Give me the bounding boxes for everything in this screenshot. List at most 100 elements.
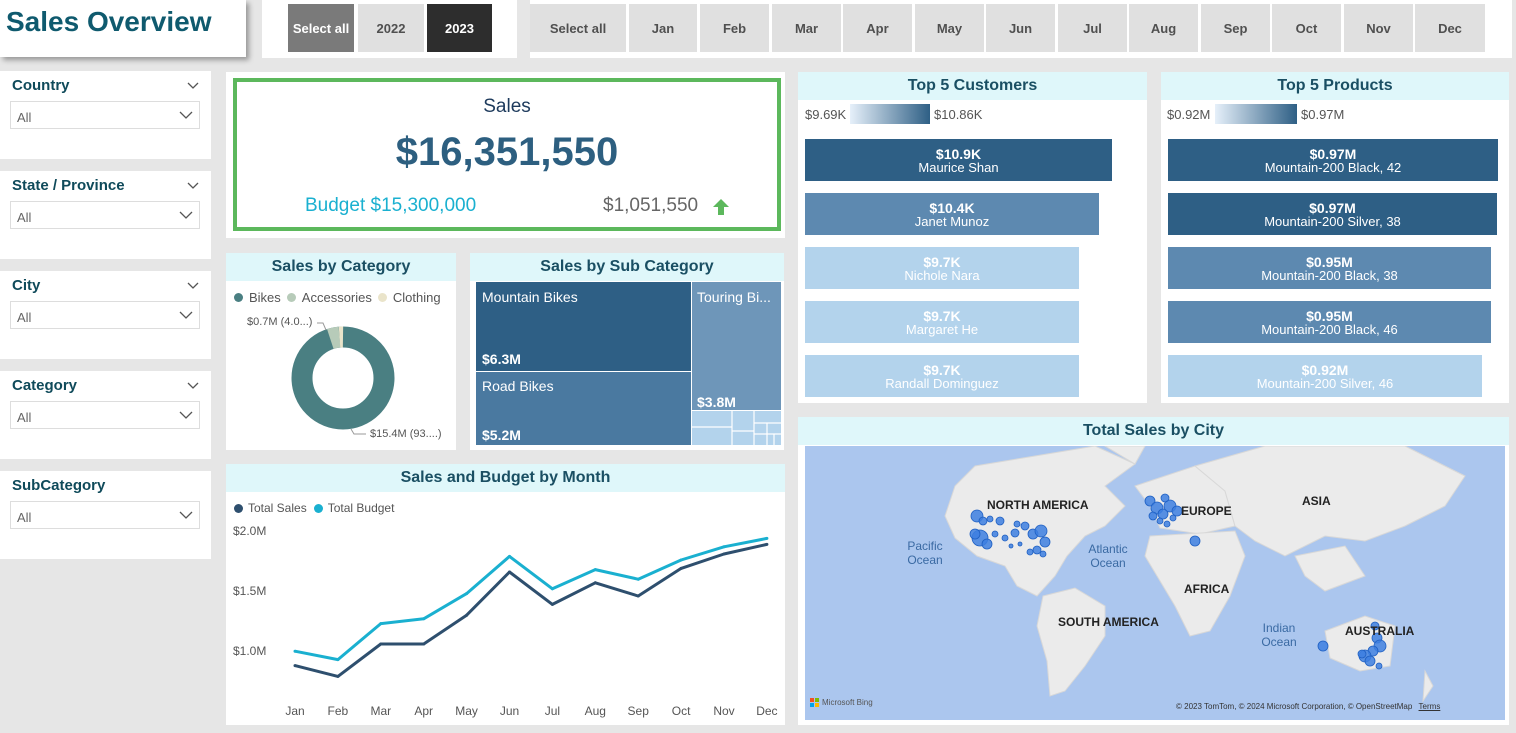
- tile-value: $3.8M: [697, 394, 736, 410]
- legend-dot: [286, 293, 296, 302]
- customer-bar[interactable]: $9.7K Randall Dominguez: [805, 355, 1079, 397]
- bar-label: Mountain-200 Black, 46: [1261, 322, 1398, 337]
- data-point: [422, 642, 426, 646]
- customer-bar[interactable]: $9.7K Margaret He: [805, 301, 1079, 343]
- data-point: [593, 581, 597, 585]
- x-tick-label: Feb: [328, 704, 349, 718]
- continent-label: EUROPE: [1181, 504, 1232, 518]
- treemap-tile-touring[interactable]: Touring Bi... $3.8M: [692, 282, 781, 410]
- month-feb-button[interactable]: Feb: [700, 4, 769, 52]
- year-2022-button[interactable]: 2022: [358, 4, 424, 52]
- visual-title: Top 5 Products: [1161, 72, 1509, 100]
- treemap-tile-mountain[interactable]: Mountain Bikes $6.3M: [476, 282, 691, 371]
- year-slicer: Select all 2022 2023: [262, 0, 517, 58]
- customer-bar[interactable]: $9.7K Nichole Nara: [805, 247, 1079, 289]
- year-2023-button[interactable]: 2023: [427, 4, 492, 52]
- top-customers-card: Top 5 Customers $9.69K $10.86K $10.9K Mau…: [798, 72, 1147, 403]
- data-point: [550, 587, 554, 591]
- dropdown-value: All: [17, 510, 32, 525]
- treemap-tile-road[interactable]: Road Bikes $5.2M: [476, 372, 691, 445]
- year-select-all-button[interactable]: Select all: [288, 4, 354, 52]
- legend-item: Accessories: [301, 290, 372, 305]
- data-point: [336, 674, 340, 678]
- bar-label: Mountain-200 Black, 42: [1264, 160, 1402, 175]
- y-tick-label: $2.0M: [233, 524, 266, 538]
- product-bar[interactable]: $0.95M Mountain-200 Black, 46: [1168, 301, 1491, 343]
- tile-label: Mountain Bikes: [482, 289, 578, 305]
- month-aug-button[interactable]: Aug: [1129, 4, 1198, 52]
- bar-label: Randall Dominguez: [885, 376, 999, 391]
- x-tick-label: Sep: [628, 704, 650, 718]
- data-point: [593, 568, 597, 572]
- sales-by-city-map-card: Total Sales by City NORTH AMERICA EUROPE…: [798, 417, 1509, 725]
- page-title: Sales Overview: [6, 6, 212, 37]
- tile-label: Touring Bi...: [697, 289, 771, 305]
- x-tick-label: May: [455, 704, 478, 718]
- x-tick-label: Jan: [285, 704, 304, 718]
- month-apr-button[interactable]: Apr: [843, 4, 912, 52]
- gradient-min-label: $9.69K: [805, 107, 847, 122]
- category-legend: Bikes Accessories Clothing: [234, 290, 441, 305]
- data-point: [293, 649, 297, 653]
- kpi-title: Sales: [483, 96, 531, 117]
- collapse-chevron-icon[interactable]: [187, 179, 199, 191]
- world-map[interactable]: [805, 446, 1505, 720]
- data-point: [465, 613, 469, 617]
- month-jan-button[interactable]: Jan: [629, 4, 697, 52]
- dropdown-value: All: [17, 310, 32, 325]
- month-jul-button[interactable]: Jul: [1058, 4, 1127, 52]
- customer-bar[interactable]: $10.4K Janet Munoz: [805, 193, 1099, 235]
- bar-label: Mountain-200 Silver, 46: [1256, 376, 1394, 391]
- state-dropdown[interactable]: All: [10, 201, 200, 229]
- y-tick-label: $1.0M: [233, 644, 266, 658]
- x-tick-label: Dec: [756, 704, 777, 718]
- map-terms-link[interactable]: Terms: [1419, 702, 1441, 711]
- product-bar[interactable]: $0.97M Mountain-200 Black, 42: [1168, 139, 1498, 181]
- month-select-all-button[interactable]: Select all: [530, 4, 626, 52]
- month-sep-button[interactable]: Sep: [1201, 4, 1270, 52]
- x-tick-label: Jul: [545, 704, 560, 718]
- month-mar-button[interactable]: Mar: [772, 4, 841, 52]
- collapse-chevron-icon[interactable]: [187, 379, 199, 391]
- filter-label: SubCategory: [12, 477, 106, 494]
- city-dropdown[interactable]: All: [10, 301, 200, 329]
- collapse-chevron-icon[interactable]: [187, 279, 199, 291]
- month-may-button[interactable]: May: [915, 4, 984, 52]
- customer-bar[interactable]: $10.9K Maurice Shan: [805, 139, 1112, 181]
- sales-budget-line-card: Sales and Budget by Month Total Sales To…: [226, 464, 785, 725]
- x-tick-label: Nov: [713, 704, 734, 718]
- x-tick-label: Jun: [500, 704, 519, 718]
- product-bar[interactable]: $0.97M Mountain-200 Silver, 38: [1168, 193, 1497, 235]
- chevron-down-icon: [179, 511, 193, 519]
- kpi-frame: Sales $16,351,550 Budget $15,300,000 $1,…: [233, 78, 781, 231]
- month-dec-button[interactable]: Dec: [1415, 4, 1485, 52]
- collapse-chevron-icon[interactable]: [187, 79, 199, 91]
- bing-logo: Microsoft Bing: [810, 698, 873, 707]
- bar-value: $0.97M: [1309, 146, 1357, 162]
- data-point: [636, 594, 640, 598]
- country-dropdown[interactable]: All: [10, 101, 200, 129]
- subcategory-dropdown[interactable]: All: [10, 501, 200, 529]
- sales-by-category-card: Sales by Category Bikes Accessories Clot…: [226, 253, 456, 450]
- leader-line: [350, 428, 366, 435]
- map-copyright[interactable]: © 2023 TomTom, © 2024 Microsoft Corporat…: [1176, 702, 1412, 711]
- month-nov-button[interactable]: Nov: [1344, 4, 1413, 52]
- donut-label-big: $15.4M (93....): [370, 428, 442, 440]
- gradient-max-label: $10.86K: [934, 107, 983, 122]
- country-filter: Country All: [0, 71, 211, 159]
- data-point: [765, 536, 769, 540]
- category-dropdown[interactable]: All: [10, 401, 200, 429]
- top-products-card: Top 5 Products $0.92M $0.97M $0.97M Mount…: [1161, 72, 1509, 403]
- visual-title: Top 5 Customers: [798, 72, 1147, 100]
- continent-label: SOUTH AMERICA: [1058, 615, 1159, 629]
- product-bar[interactable]: $0.92M Mountain-200 Silver, 46: [1168, 355, 1482, 397]
- data-point: [508, 570, 511, 574]
- kpi-variance: $1,051,550: [603, 195, 699, 216]
- treemap-small-tiles[interactable]: [692, 411, 781, 445]
- month-jun-button[interactable]: Jun: [986, 4, 1055, 52]
- arrow-up-icon: [713, 199, 729, 215]
- product-bar[interactable]: $0.95M Mountain-200 Black, 38: [1168, 247, 1491, 289]
- city-filter: City All: [0, 271, 211, 359]
- state-filter: State / Province All: [0, 171, 211, 259]
- month-oct-button[interactable]: Oct: [1272, 4, 1341, 52]
